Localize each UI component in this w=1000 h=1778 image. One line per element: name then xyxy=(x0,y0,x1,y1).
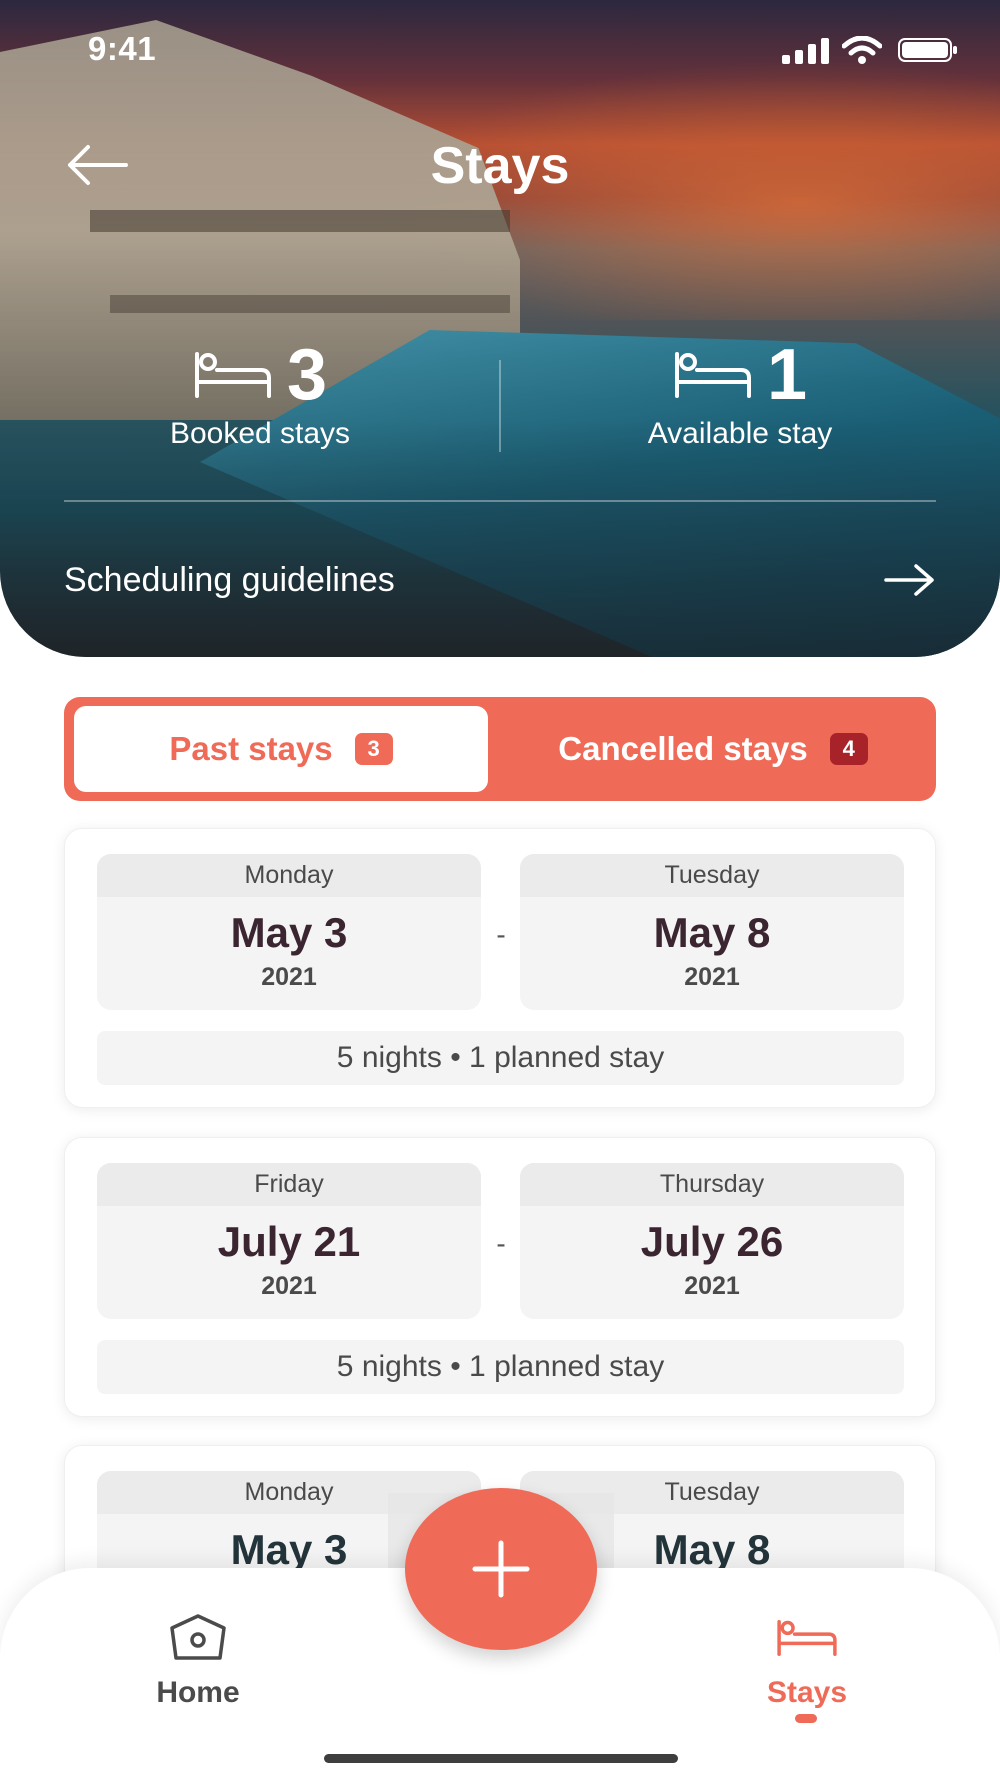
home-indicator xyxy=(324,1754,678,1763)
available-stay-label: Available stay xyxy=(647,417,833,450)
check-in-date: Friday July 21 2021 xyxy=(97,1163,481,1319)
tab-cancelled-stays-label: Cancelled stays xyxy=(558,730,808,767)
tab-past-stays-count-badge: 3 xyxy=(354,733,393,765)
check-out-day: Thursday xyxy=(520,1163,904,1206)
check-in-date-text: May 3 xyxy=(230,909,348,956)
check-in-date: Monday May 3 2021 xyxy=(97,854,481,1010)
stay-summary: 5 nights • 1 planned stay xyxy=(97,1031,904,1085)
active-tab-indicator xyxy=(795,1714,817,1723)
stat-divider xyxy=(499,360,501,452)
date-separator: - xyxy=(496,919,506,950)
wifi-icon xyxy=(842,36,882,64)
stays-tab-bar: Past stays 3 Cancelled stays 4 xyxy=(64,697,936,801)
status-time: 9:41 xyxy=(88,30,157,67)
tab-past-stays[interactable]: Past stays 3 xyxy=(74,706,488,792)
hero-divider xyxy=(64,500,936,502)
tab-past-stays-label: Past stays xyxy=(169,730,333,767)
page-title: Stays xyxy=(430,137,570,195)
bed-icon xyxy=(777,1619,837,1657)
bed-icon xyxy=(194,352,271,398)
home-icon xyxy=(170,1614,226,1660)
add-stay-button[interactable] xyxy=(405,1488,597,1650)
check-out-date-text: May 8 xyxy=(653,909,771,956)
bed-icon xyxy=(674,352,751,398)
cellular-signal-icon xyxy=(782,38,829,64)
check-out-year: 2021 xyxy=(684,963,740,991)
status-bar: 9:41 xyxy=(0,0,1000,100)
check-in-year: 2021 xyxy=(261,1272,317,1300)
check-out-date: Tuesday May 8 2021 xyxy=(520,854,904,1010)
battery-icon xyxy=(898,38,957,62)
check-out-date-text: July 26 xyxy=(640,1218,784,1265)
tab-cancelled-stays[interactable]: Cancelled stays 4 xyxy=(500,706,926,792)
available-stay-stat: 1 Available stay xyxy=(560,335,920,451)
check-in-year: 2021 xyxy=(261,963,317,991)
stay-card[interactable]: Friday July 21 2021 - Thursday July 26 2… xyxy=(64,1137,936,1417)
nav-stays[interactable]: Stays xyxy=(727,1608,887,1710)
plus-icon xyxy=(472,1540,530,1598)
check-out-year: 2021 xyxy=(684,1272,740,1300)
nav-stays-label: Stays xyxy=(766,1676,848,1709)
scheduling-guidelines-label: Scheduling guidelines xyxy=(64,560,395,599)
scheduling-guidelines-link[interactable]: Scheduling guidelines xyxy=(64,555,936,605)
check-in-day: Monday xyxy=(97,854,481,897)
arrow-right-icon xyxy=(884,564,934,596)
bottom-navigation: Home Stays xyxy=(0,1488,1000,1778)
booked-stays-label: Booked stays xyxy=(169,417,351,450)
check-in-date-text: July 21 xyxy=(217,1218,361,1265)
stay-card[interactable]: Monday May 3 2021 - Tuesday May 8 2021 5… xyxy=(64,828,936,1108)
check-out-day: Tuesday xyxy=(520,854,904,897)
booked-stays-count: 3 xyxy=(286,335,328,415)
date-separator: - xyxy=(496,1228,506,1259)
tab-cancelled-stays-count-badge: 4 xyxy=(829,733,868,765)
nav-home-label: Home xyxy=(156,1676,240,1709)
stay-summary: 5 nights • 1 planned stay xyxy=(97,1340,904,1394)
nav-home[interactable]: Home xyxy=(118,1608,278,1710)
check-out-date: Thursday July 26 2021 xyxy=(520,1163,904,1319)
available-stay-count: 1 xyxy=(766,335,808,415)
check-in-day: Friday xyxy=(97,1163,481,1206)
booked-stays-stat: 3 Booked stays xyxy=(80,335,440,451)
